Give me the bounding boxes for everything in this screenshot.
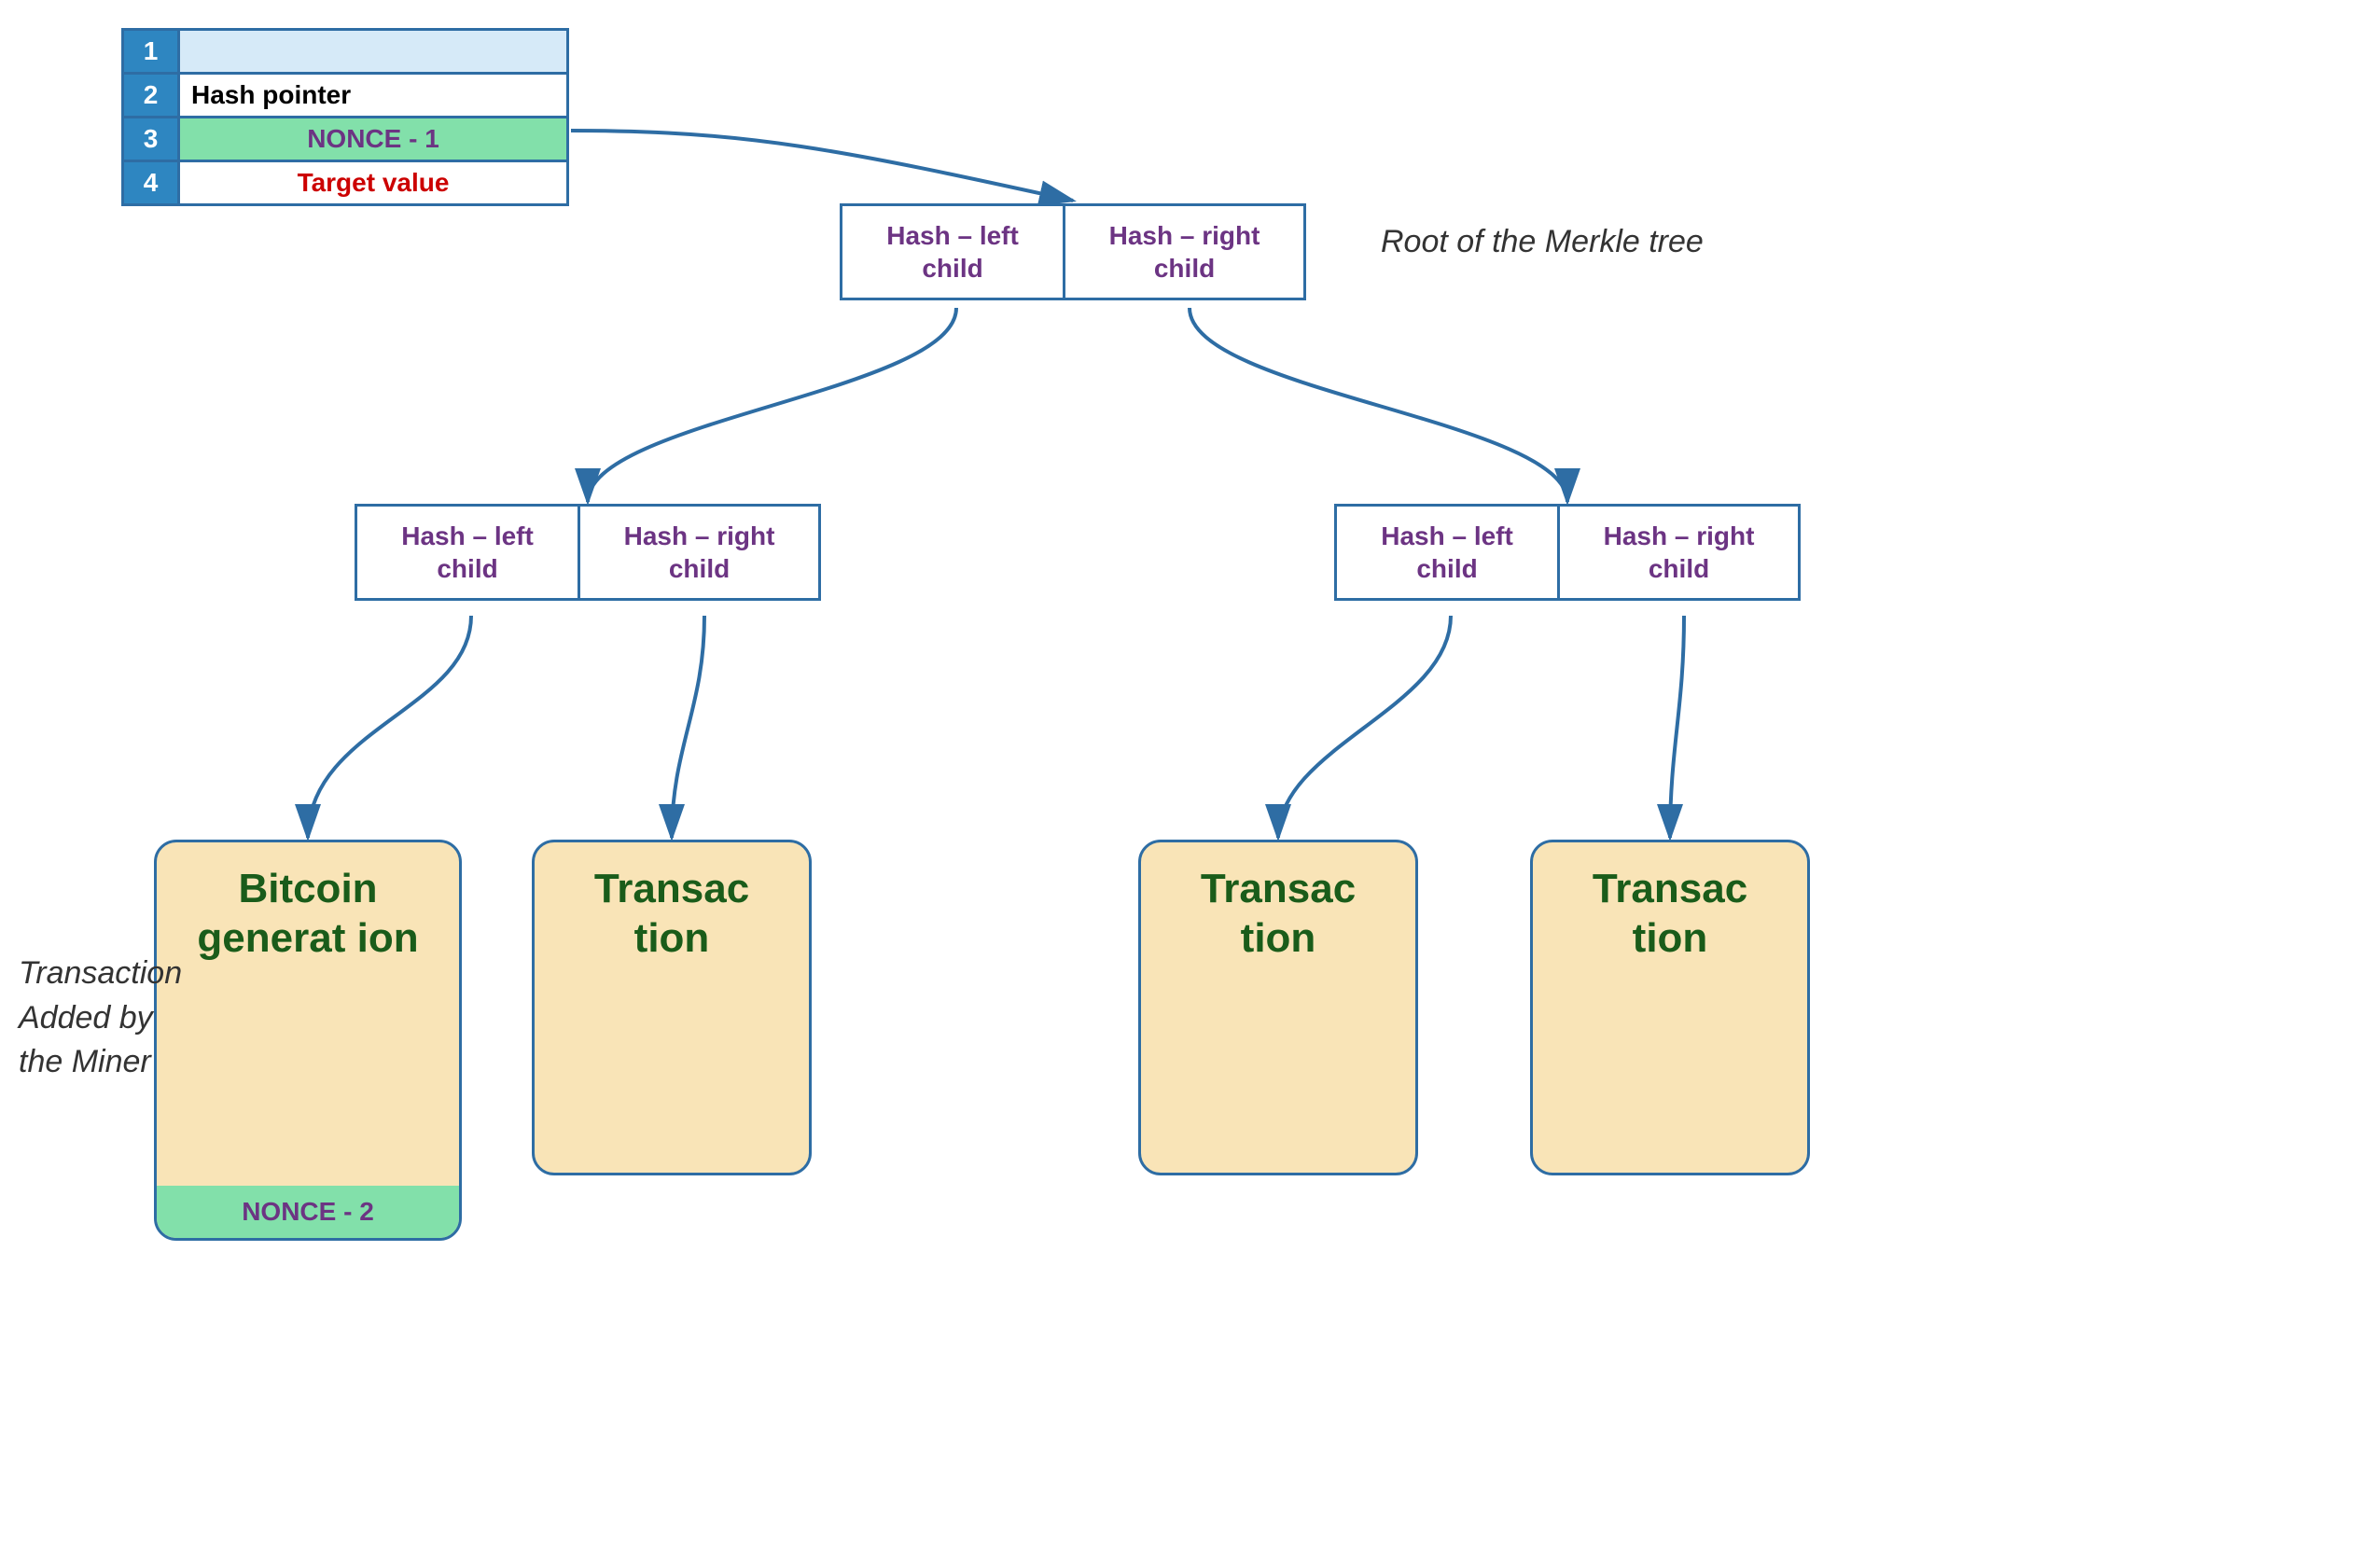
- arrows-svg: [0, 0, 2380, 1543]
